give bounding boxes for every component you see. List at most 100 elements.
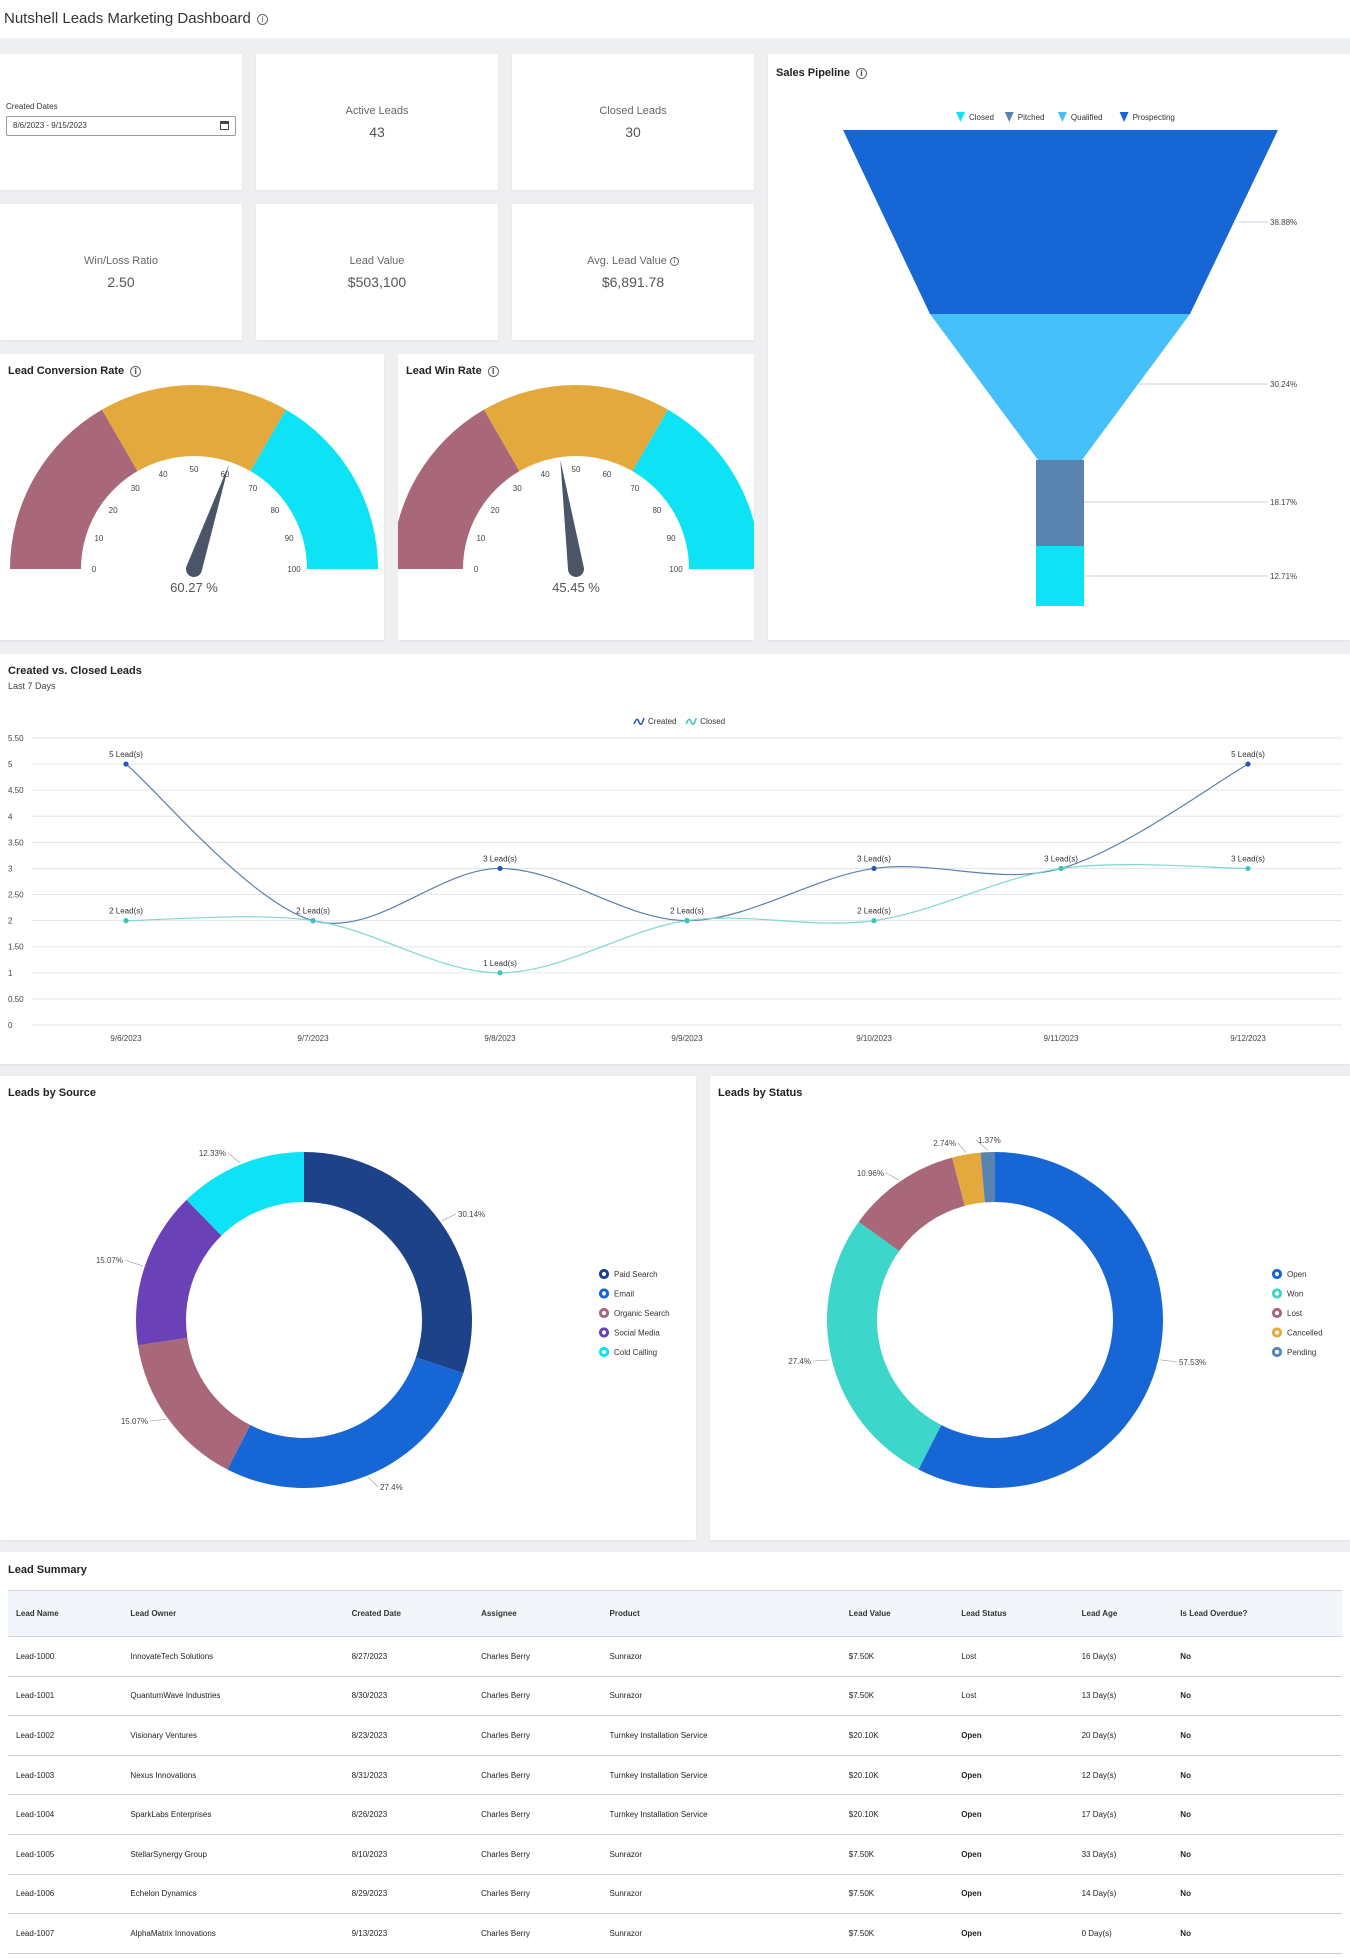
funnel-percent-label: 30.24% (1270, 380, 1297, 389)
column-header[interactable]: Assignee (473, 1590, 602, 1637)
legend-label[interactable]: Paid Search (614, 1270, 658, 1279)
data-point[interactable] (310, 918, 316, 924)
table-row[interactable]: Lead-1001 QuantumWave Industries 8/30/2023… (8, 1676, 1342, 1717)
legend-label[interactable]: Lost (1287, 1309, 1303, 1318)
legend-label: Pitched (1018, 113, 1045, 122)
legend-marker (1271, 1268, 1283, 1280)
table-cell: StellarSynergy Group (122, 1834, 344, 1875)
data-point[interactable] (497, 970, 503, 976)
table-cell: Open (953, 1913, 1074, 1954)
donut-leader-line (149, 1419, 167, 1422)
y-tick-label: 0 (8, 1021, 13, 1030)
data-point[interactable] (871, 865, 877, 872)
column-header[interactable]: Lead Age (1073, 1590, 1173, 1637)
gauge-tick-label: 90 (285, 534, 294, 543)
created-dates-label: Created Dates (6, 102, 58, 111)
legend-marker (1057, 112, 1067, 122)
funnel-stage[interactable] (1036, 546, 1084, 606)
legend-marker (1271, 1346, 1283, 1358)
kpi-value: 43 (369, 124, 385, 140)
gauge-needle (560, 460, 584, 577)
data-point[interactable] (871, 918, 877, 924)
table-cell: No (1172, 1913, 1342, 1954)
table-cell: $7.50K (840, 1636, 954, 1677)
table-cell: Turnkey Installation Service (601, 1794, 841, 1835)
legend-label[interactable]: Social Media (614, 1329, 660, 1338)
donut-slice[interactable] (827, 1221, 942, 1470)
x-tick-label: 9/6/2023 (110, 1034, 142, 1043)
legend-marker (1271, 1288, 1283, 1299)
table-cell: 16 Day(s) (1073, 1636, 1173, 1677)
donut-leader-line (812, 1359, 830, 1362)
info-icon[interactable]: i (256, 13, 268, 25)
table-row[interactable]: Lead-1003 Nexus Innovations 8/31/2023 Charl… (8, 1755, 1342, 1796)
x-tick-label: 9/11/2023 (1044, 1034, 1080, 1043)
legend-label[interactable]: Cold Calling (614, 1348, 657, 1357)
x-tick-label: 9/10/2023 (856, 1034, 892, 1043)
donut-leader-line (1160, 1359, 1178, 1363)
data-point[interactable] (684, 918, 690, 924)
calendar-icon[interactable] (220, 121, 229, 130)
data-label: 2 Lead(s) (296, 907, 330, 916)
funnel-percent-label: 12.71% (1270, 572, 1297, 581)
created-dates-picker[interactable]: 8/6/2023 - 9/15/2023 (6, 116, 236, 136)
column-header[interactable]: Is Lead Overdue? (1172, 1590, 1342, 1637)
data-label: 1 Lead(s) (483, 959, 517, 968)
data-point[interactable] (123, 918, 129, 924)
gauge-tick-label: 50 (572, 465, 581, 474)
info-icon[interactable]: i (669, 256, 679, 266)
legend-label[interactable]: Email (614, 1290, 634, 1299)
donut-percent-label: 27.4% (380, 1483, 403, 1492)
table-cell: 8/23/2023 (343, 1715, 474, 1756)
table-cell: No (1172, 1715, 1342, 1756)
table-cell: SparkLabs Enterprises (122, 1794, 344, 1835)
table-row[interactable]: Lead-1007 AlphaMatrix Innovations 9/13/202… (8, 1913, 1342, 1954)
data-point[interactable] (1058, 865, 1064, 872)
kpi-value: $503,100 (347, 274, 407, 290)
column-header[interactable]: Lead Status (953, 1590, 1074, 1637)
table-row[interactable]: Lead-1004 SparkLabs Enterprises 8/26/2023 C… (8, 1794, 1342, 1835)
column-header[interactable]: Lead Owner (122, 1590, 344, 1637)
legend-marker (1119, 112, 1129, 122)
donut-slice[interactable] (227, 1357, 464, 1488)
legend-label[interactable]: Won (1287, 1290, 1303, 1299)
table-cell: Sunrazor (601, 1834, 841, 1875)
table-cell: Nexus Innovations (122, 1755, 344, 1796)
legend-label[interactable]: Cancelled (1287, 1329, 1323, 1338)
legend-label: Closed (969, 113, 994, 122)
donut-percent-label: 27.4% (788, 1357, 811, 1366)
table-cell: Sunrazor (601, 1676, 841, 1717)
table-row[interactable]: Lead-1005 StellarSynergy Group 8/10/2023 Ch… (8, 1834, 1342, 1875)
legend-label[interactable]: Pending (1287, 1348, 1316, 1357)
table-row[interactable]: Lead-1000 InnovateTech Solutions 8/27/2023… (8, 1636, 1342, 1677)
legend-label[interactable]: Organic Search (614, 1309, 670, 1318)
data-label: 3 Lead(s) (483, 854, 517, 863)
data-point[interactable] (123, 761, 129, 767)
funnel-stage[interactable] (930, 314, 1190, 460)
column-header[interactable]: Lead Value (840, 1590, 954, 1637)
data-point[interactable] (1245, 761, 1251, 767)
table-cell: Open (953, 1834, 1074, 1875)
column-header[interactable]: Product (601, 1590, 841, 1637)
data-point[interactable] (1245, 865, 1251, 872)
funnel-percent-label: 18.17% (1270, 498, 1297, 507)
legend-marker (598, 1307, 610, 1319)
donut-slice[interactable] (137, 1337, 251, 1470)
table-row[interactable]: Lead-1006 Echelon Dynamics 8/29/2023 Charle… (8, 1874, 1342, 1915)
table-row[interactable]: Lead-1002 Visionary Ventures 8/23/2023 Char… (8, 1715, 1342, 1756)
table-cell: Lead-1004 (8, 1794, 123, 1835)
x-tick-label: 9/12/2023 (1230, 1034, 1266, 1043)
column-header[interactable]: Lead Name (8, 1590, 123, 1637)
donut-percent-label: 1.37% (978, 1136, 1001, 1145)
y-tick-label: 3.50 (8, 838, 24, 847)
data-label: 5 Lead(s) (1231, 750, 1265, 759)
sales-funnel-chart: Closed Pitched Qualified Prospecting 38.88% 3… (843, 112, 1297, 606)
data-point[interactable] (497, 865, 503, 872)
donut-leader-line (885, 1172, 899, 1181)
donut-slice[interactable] (304, 1152, 473, 1374)
legend-label[interactable]: Open (1287, 1270, 1307, 1279)
win-rate-gauge: 0 10 20 30 40 50 60 70 80 90 100 45.45 % (398, 385, 754, 595)
funnel-stage[interactable] (843, 130, 1278, 314)
column-header[interactable]: Created Date (343, 1590, 474, 1637)
funnel-stage[interactable] (1036, 460, 1084, 546)
